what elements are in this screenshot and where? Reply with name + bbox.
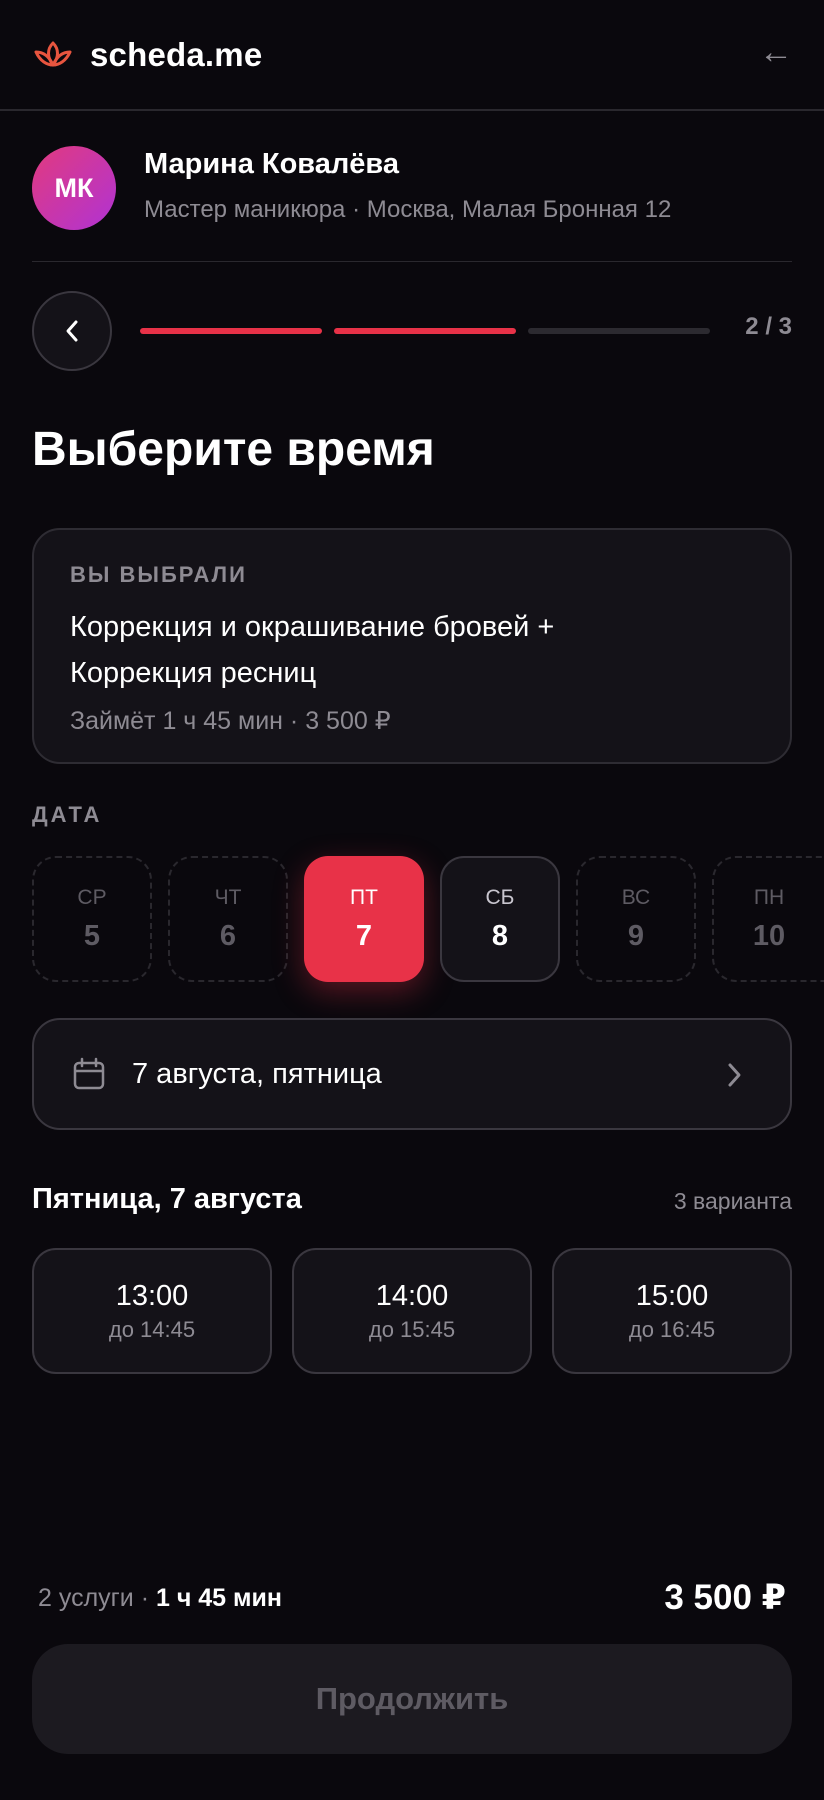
booking-page: scheda.me ← МК Марина Ковалёва Мастер ма… <box>0 0 824 1800</box>
slot-until: до 15:45 <box>368 1316 456 1342</box>
top-bar: scheda.me ← <box>0 0 824 111</box>
slot-time: 13:00 <box>115 1279 189 1312</box>
date-chip-dow: ВС <box>621 885 651 909</box>
date-chip-5: СР 5 <box>32 856 152 982</box>
date-chip-dow: ПН <box>753 885 785 909</box>
variants-count: 3 варианта <box>673 1188 792 1214</box>
slot-until: до 16:45 <box>628 1316 716 1342</box>
date-chip-6: ЧТ 6 <box>168 856 288 982</box>
date-chip-day: 7 <box>355 919 373 952</box>
chevron-left-icon <box>66 320 78 342</box>
date-chip-dow: ПТ <box>350 885 378 909</box>
master-info: МК Марина Ковалёва Мастер маникюра · Мос… <box>32 146 792 262</box>
step-back-button[interactable] <box>32 291 112 371</box>
date-chip-day: 10 <box>752 919 786 952</box>
date-chip-day: 5 <box>83 919 101 952</box>
date-chip-dow: СР <box>77 885 107 909</box>
slot-time: 15:00 <box>635 1279 709 1312</box>
slot-until: до 14:45 <box>108 1316 196 1342</box>
brand-name: scheda.me <box>90 35 263 73</box>
slot-time: 14:00 <box>375 1279 449 1312</box>
calendar-icon <box>73 1057 105 1090</box>
selected-caption: ВЫ ВЫБРАЛИ <box>70 562 247 587</box>
time-slot-13-00[interactable]: 13:00 до 14:45 <box>32 1248 272 1374</box>
date-chip-dow: ЧТ <box>214 885 242 909</box>
selected-meta: Займёт 1 ч 45 мин · 3 500 ₽ <box>70 707 391 735</box>
date-chip-9: ВС 9 <box>576 856 696 982</box>
chevron-right-icon <box>728 1063 741 1087</box>
date-picker-label: 7 августа, пятница <box>132 1057 382 1090</box>
day-title: Пятница, 7 августа <box>32 1183 302 1215</box>
total-duration: 1 ч 45 мин <box>155 1584 282 1612</box>
arrow-left-icon[interactable]: ← <box>758 34 794 70</box>
selected-services-card: ВЫ ВЫБРАЛИ Коррекция и окрашивание брове… <box>32 528 792 764</box>
date-picker-button[interactable]: 7 августа, пятница <box>32 1018 792 1130</box>
page-title: Выберите время <box>32 423 435 476</box>
date-chip-day: 9 <box>627 919 645 952</box>
progress-segment-2 <box>334 328 516 334</box>
avatar: МК <box>32 146 116 230</box>
progress-segment-1 <box>140 328 322 334</box>
date-chip-10: ПН 10 <box>712 856 824 982</box>
progress-segment-3 <box>528 328 710 334</box>
date-chip-dow: СБ <box>485 885 515 909</box>
step-counter: 2 / 3 <box>745 313 792 340</box>
master-name: Марина Ковалёва <box>144 148 399 180</box>
date-chip-8[interactable]: СБ 8 <box>440 856 560 982</box>
services-count: 2 услуги <box>38 1584 134 1612</box>
summary-separator: · <box>133 1584 156 1612</box>
total-price: 3 500 ₽ <box>664 1578 786 1617</box>
master-subtitle: Мастер маникюра · Москва, Малая Бронная … <box>144 196 672 223</box>
time-slot-14-00[interactable]: 14:00 до 15:45 <box>292 1248 532 1374</box>
selected-services: Коррекция и окрашивание бровей + Коррекц… <box>70 611 555 689</box>
time-slot-15-00[interactable]: 15:00 до 16:45 <box>552 1248 792 1374</box>
date-chip-day: 8 <box>491 919 509 952</box>
lotus-logo-icon <box>34 41 72 66</box>
order-summary: 2 услуги · 1 ч 45 мин <box>38 1584 282 1613</box>
continue-button[interactable]: Продолжить <box>32 1644 792 1754</box>
date-chip-7[interactable]: ПТ 7 <box>304 856 424 982</box>
date-caption: ДАТА <box>32 802 103 827</box>
date-chip-day: 6 <box>219 919 237 952</box>
